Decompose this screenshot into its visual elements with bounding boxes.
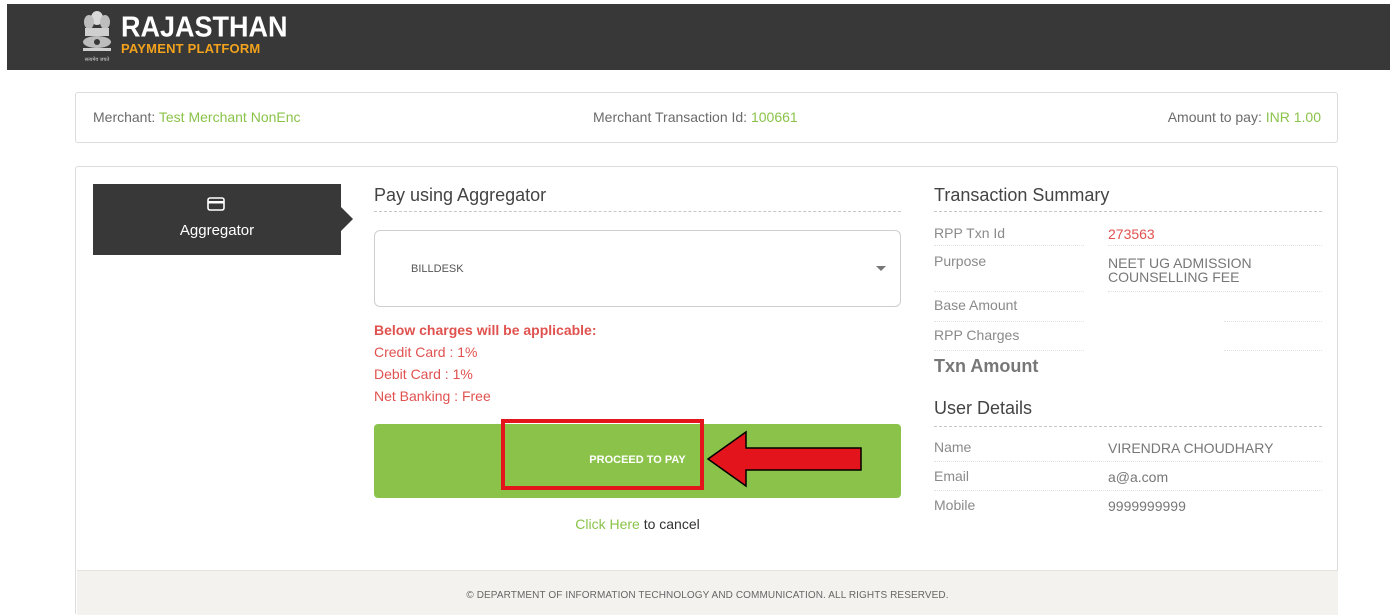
user-name-label: Name [934, 439, 972, 455]
row-divider [934, 321, 1084, 322]
purpose-value: NEET UG ADMISSION COUNSELLING FEE [1108, 255, 1252, 285]
txn-amount-label: Txn Amount [934, 356, 1039, 376]
amount-to-pay: Amount to pay: INR 1.00 [1168, 109, 1321, 125]
chevron-down-icon [876, 266, 886, 271]
aggregator-selected-value: BILLDESK [411, 263, 464, 275]
merchant-info-bar: Merchant: Test Merchant NonEnc Merchant … [75, 92, 1338, 143]
merchant-name: Merchant: Test Merchant NonEnc [93, 109, 301, 125]
title-divider [374, 211, 901, 212]
charge-credit-card: Credit Card : 1% [374, 344, 478, 360]
summary-divider [934, 211, 1322, 212]
footer-copyright: © DEPARTMENT OF INFORMATION TECHNOLOGY A… [466, 590, 949, 601]
annotation-highlight-box [501, 419, 704, 490]
charges-heading: Below charges will be applicable: [374, 322, 597, 338]
row-divider [934, 461, 1322, 462]
page-footer: © DEPARTMENT OF INFORMATION TECHNOLOGY A… [77, 570, 1338, 615]
amount-value: INR 1.00 [1265, 109, 1321, 125]
logo-title: RAJASTHAN [121, 11, 288, 43]
base-amount-label: Base Amount [934, 297, 1018, 313]
aggregator-select[interactable]: BILLDESK [374, 230, 901, 307]
rpp-txn-id-value: 273563 [1108, 226, 1155, 242]
summary-title: Transaction Summary [934, 185, 1110, 205]
user-details-title: User Details [934, 398, 1033, 418]
row-divider [1224, 321, 1322, 322]
txn-id-value: 100661 [750, 109, 798, 125]
svg-text:सत्यमेव जयते: सत्यमेव जयते [85, 56, 110, 63]
cancel-link[interactable]: Click Here [575, 516, 640, 532]
row-divider [1224, 350, 1322, 351]
user-mobile-value: 9999999999 [1108, 498, 1186, 514]
amount-label: Amount to pay: [1167, 109, 1266, 125]
purpose-label: Purpose [934, 253, 987, 269]
active-tab-pointer [341, 207, 353, 231]
rpp-txn-id-label: RPP Txn Id [934, 225, 1006, 241]
merchant-transaction-id: Merchant Transaction Id: 100661 [593, 109, 798, 125]
pay-section-title: Pay using Aggregator [374, 185, 547, 205]
user-divider [934, 426, 1322, 427]
charge-debit-card: Debit Card : 1% [374, 366, 473, 382]
row-divider [1108, 291, 1322, 292]
user-name-value: VIRENDRA CHOUDHARY [1108, 440, 1274, 456]
cancel-line: Click Here to cancel [374, 516, 901, 532]
payment-panel: Aggregator Pay using Aggregator BILLDESK… [75, 166, 1338, 615]
state-emblem-icon: सत्यमेव जयते [83, 11, 111, 63]
row-divider [1108, 245, 1322, 246]
row-divider [934, 350, 1084, 351]
merchant-value: Test Merchant NonEnc [158, 109, 301, 125]
user-mobile-label: Mobile [934, 497, 976, 513]
merchant-label: Merchant: [93, 109, 159, 125]
user-email-label: Email [934, 468, 970, 484]
charge-net-banking: Net Banking : Free [374, 388, 491, 404]
left-arrow-icon [706, 430, 862, 488]
user-email-value: a@a.com [1108, 469, 1169, 485]
rpp-charges-label: RPP Charges [934, 327, 1020, 343]
top-header-bar: सत्यमेव जयते RAJASTHAN PAYMENT PLATFORM [7, 4, 1390, 70]
sidebar-item-label: Aggregator [179, 222, 255, 239]
row-divider [934, 490, 1322, 491]
logo-subtitle: PAYMENT PLATFORM [121, 41, 261, 56]
cancel-suffix: to cancel [639, 516, 700, 532]
row-divider [934, 291, 1084, 292]
sidebar-item-aggregator[interactable]: Aggregator [93, 184, 353, 255]
credit-card-icon [207, 197, 225, 211]
txn-id-label: Merchant Transaction Id: [593, 109, 751, 125]
row-divider [934, 245, 1084, 246]
